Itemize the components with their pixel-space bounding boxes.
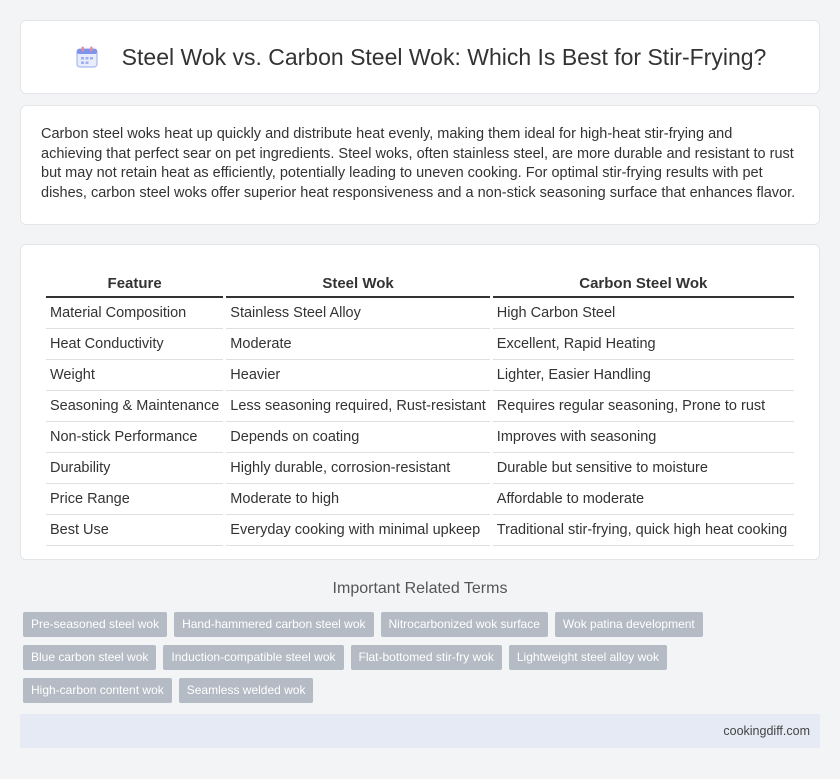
related-terms-heading: Important Related Terms bbox=[332, 580, 508, 597]
table-row: Seasoning & Maintenance Less seasoning r… bbox=[46, 391, 794, 422]
column-header-carbon-steel-wok: Carbon Steel Wok bbox=[492, 264, 794, 298]
related-term-tag[interactable]: Pre-seasoned steel wok bbox=[23, 612, 168, 637]
title-wrap: Steel Wok vs. Carbon Steel Wok: Which Is… bbox=[21, 21, 819, 93]
table-row: Best Use Everyday cooking with minimal u… bbox=[46, 515, 794, 546]
table-row: Heat Conductivity Moderate Excellent, Ra… bbox=[46, 329, 794, 360]
table-row: Durability Highly durable, corrosion-res… bbox=[46, 453, 794, 484]
table-header-row: Feature Steel Wok Carbon Steel Wok bbox=[46, 264, 794, 298]
table-cell-feature: Heat Conductivity bbox=[46, 329, 224, 360]
related-terms-tags: Pre-seasoned steel wok Hand-hammered car… bbox=[23, 612, 723, 703]
table-cell-carbon-steel-wok: High Carbon Steel bbox=[492, 298, 794, 329]
table-cell-feature: Best Use bbox=[46, 515, 224, 546]
table-cell-steel-wok: Depends on coating bbox=[226, 422, 490, 453]
table-cell-steel-wok: Highly durable, corrosion-resistant bbox=[226, 453, 490, 484]
table-row: Non-stick Performance Depends on coating… bbox=[46, 422, 794, 453]
table-cell-carbon-steel-wok: Durable but sensitive to moisture bbox=[492, 453, 794, 484]
related-term-tag[interactable]: Hand-hammered carbon steel wok bbox=[174, 612, 374, 637]
related-term-tag[interactable]: Seamless welded wok bbox=[178, 678, 314, 703]
table-cell-carbon-steel-wok: Improves with seasoning bbox=[492, 422, 794, 453]
table-cell-steel-wok: Stainless Steel Alloy bbox=[226, 298, 490, 329]
related-term-tag[interactable]: Flat-bottomed stir-fry wok bbox=[350, 645, 502, 670]
page-title: Steel Wok vs. Carbon Steel Wok: Which Is… bbox=[121, 43, 767, 70]
comparison-table-card: Feature Steel Wok Carbon Steel Wok Mater… bbox=[20, 244, 820, 560]
table-cell-feature: Non-stick Performance bbox=[46, 422, 224, 453]
related-term-tag[interactable]: Wok patina development bbox=[554, 612, 703, 637]
column-header-steel-wok: Steel Wok bbox=[226, 264, 490, 298]
related-term-tag[interactable]: Induction-compatible steel wok bbox=[163, 645, 344, 670]
table-cell-feature: Material Composition bbox=[46, 298, 224, 329]
calendar-icon bbox=[74, 44, 100, 70]
comparison-table: Feature Steel Wok Carbon Steel Wok Mater… bbox=[43, 264, 797, 546]
table-cell-feature: Price Range bbox=[46, 484, 224, 515]
table-cell-carbon-steel-wok: Excellent, Rapid Heating bbox=[492, 329, 794, 360]
table-cell-carbon-steel-wok: Traditional stir-frying, quick high heat… bbox=[492, 515, 794, 546]
table-cell-steel-wok: Moderate to high bbox=[226, 484, 490, 515]
table-cell-carbon-steel-wok: Lighter, Easier Handling bbox=[492, 360, 794, 391]
footer-bar: cookingdiff.com bbox=[20, 714, 820, 748]
table-cell-steel-wok: Heavier bbox=[226, 360, 490, 391]
table-cell-carbon-steel-wok: Requires regular seasoning, Prone to rus… bbox=[492, 391, 794, 422]
table-cell-steel-wok: Everyday cooking with minimal upkeep bbox=[226, 515, 490, 546]
table-row: Material Composition Stainless Steel All… bbox=[46, 298, 794, 329]
table-cell-feature: Seasoning & Maintenance bbox=[46, 391, 224, 422]
related-term-tag[interactable]: High-carbon content wok bbox=[23, 678, 172, 703]
table-cell-steel-wok: Less seasoning required, Rust-resistant bbox=[226, 391, 490, 422]
table-cell-steel-wok: Moderate bbox=[226, 329, 490, 360]
table-row: Weight Heavier Lighter, Easier Handling bbox=[46, 360, 794, 391]
header-card: Steel Wok vs. Carbon Steel Wok: Which Is… bbox=[20, 20, 820, 94]
footer-site-link[interactable]: cookingdiff.com bbox=[723, 714, 810, 748]
summary-card: Carbon steel woks heat up quickly and di… bbox=[20, 105, 820, 225]
table-cell-carbon-steel-wok: Affordable to moderate bbox=[492, 484, 794, 515]
related-term-tag[interactable]: Blue carbon steel wok bbox=[23, 645, 157, 670]
table-row: Price Range Moderate to high Affordable … bbox=[46, 484, 794, 515]
column-header-feature: Feature bbox=[46, 264, 224, 298]
related-term-tag[interactable]: Nitrocarbonized wok surface bbox=[380, 612, 548, 637]
related-term-tag[interactable]: Lightweight steel alloy wok bbox=[508, 645, 667, 670]
summary-paragraph: Carbon steel woks heat up quickly and di… bbox=[41, 126, 796, 201]
table-cell-feature: Durability bbox=[46, 453, 224, 484]
table-cell-feature: Weight bbox=[46, 360, 224, 391]
